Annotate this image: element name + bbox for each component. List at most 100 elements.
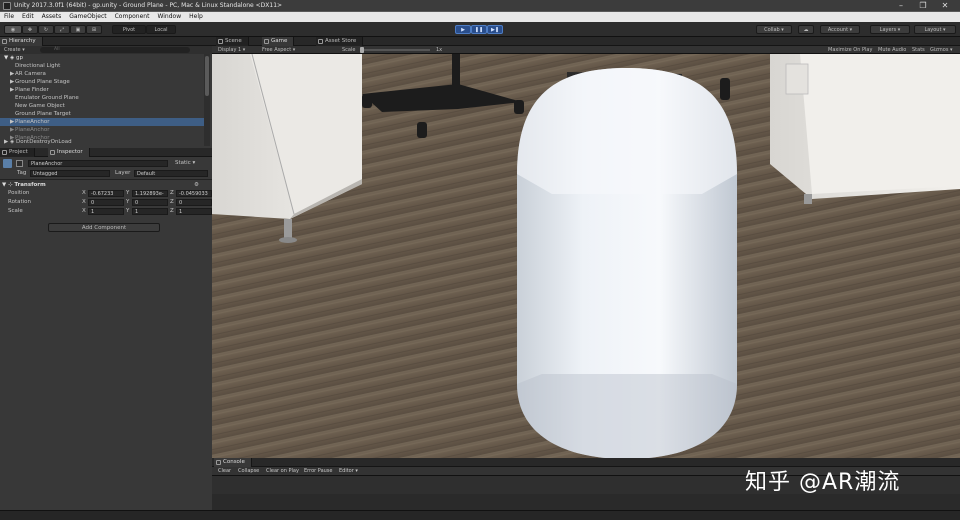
collab-dropdown[interactable]: Collab ▾ [756,25,792,34]
hand-tool-button[interactable]: ◉ [4,25,22,34]
folder-icon [2,150,7,155]
project-tab-label: Project [9,149,28,155]
layers-label: Layers [879,27,897,33]
console-clear-button[interactable]: Clear [218,467,231,476]
tab-asset-store[interactable]: Asset Store [316,37,364,46]
layers-dropdown[interactable]: Layers ▾ [870,25,910,34]
hierarchy-search-input[interactable]: All [40,47,190,53]
hierarchy-item-label: Directional Light [15,63,61,69]
unity-logo-icon [3,2,11,10]
rotation-z-field[interactable]: 0 [176,199,212,206]
game-view[interactable] [212,54,960,458]
hierarchy-item-label: Emulator Ground Plane [15,95,79,101]
menu-assets[interactable]: Assets [38,12,66,22]
hierarchy-item[interactable]: Ground Plane Target [0,110,204,118]
menu-gameobject[interactable]: GameObject [65,12,110,22]
scale-slider-thumb[interactable] [360,47,364,53]
close-button[interactable]: ✕ [934,0,956,12]
pause-button[interactable]: ❚❚ [471,25,487,34]
console-error-pause-button[interactable]: Error Pause [304,467,332,476]
inspector-panel: Project Inspector PlaneAnchor Static ▾ T… [0,148,212,510]
menu-component[interactable]: Component [111,12,154,22]
maximize-button[interactable]: ❐ [912,0,934,12]
layout-label: Layout [924,27,942,33]
rotation-y-field[interactable]: 0 [132,199,168,206]
cloud-button[interactable]: ☁ [798,25,814,34]
scale-tool-button[interactable]: ⤢ [54,25,70,34]
scale-slider[interactable] [360,47,430,53]
add-component-button[interactable]: Add Component [48,223,160,232]
scene-root[interactable]: ▼ ◈ gp [0,54,204,62]
hierarchy-icon [2,39,7,44]
rect-tool-button[interactable]: ▣ [70,25,86,34]
active-checkbox[interactable] [16,160,23,167]
hierarchy-item-label: PlaneAnchor [15,119,50,125]
info-icon [50,150,55,155]
create-dropdown[interactable]: Create ▾ [4,46,25,54]
hierarchy-item[interactable]: ▶PlaneAnchor [0,118,204,126]
dontdestroy-label: DontDestroyOnLoad [15,139,72,145]
mute-audio-toggle[interactable]: Mute Audio [878,46,906,54]
console-editor-dropdown[interactable]: Editor ▾ [339,467,358,476]
minimize-button[interactable]: – [890,0,912,12]
display-dropdown[interactable]: Display 1 ▾ [218,46,245,54]
move-tool-button[interactable]: ✥ [22,25,38,34]
scene-tab-label: Scene [225,38,242,44]
axis-label-z: Z [170,208,174,214]
dontdestroy-root[interactable]: ▶ ◈ DontDestroyOnLoad [0,138,204,146]
console-collapse-button[interactable]: Collapse [238,467,259,476]
aspect-dropdown[interactable]: Free Aspect ▾ [262,46,295,54]
rotate-tool-button[interactable]: ↻ [38,25,54,34]
hierarchy-item[interactable]: ▶PlaneAnchor [0,126,204,134]
position-x-field[interactable]: -0.67233 [88,190,124,197]
position-y-field[interactable]: 1.192893e- [132,190,168,197]
console-icon [216,460,221,465]
axis-label-y: Y [126,199,130,205]
axis-label-z: Z [170,190,174,196]
play-button[interactable]: ▶ [455,25,471,34]
tab-console[interactable]: Console [214,458,252,467]
layer-dropdown[interactable]: Default [134,170,208,177]
scale-x-field[interactable]: 1 [88,208,124,215]
layout-dropdown[interactable]: Layout ▾ [914,25,956,34]
view-tabs: Scene Game Asset Store [212,37,960,46]
rotation-x-field[interactable]: 0 [88,199,124,206]
transform-foldout[interactable]: ▼ ⊹ Transform [2,182,46,189]
tab-inspector[interactable]: Inspector [48,148,90,157]
tag-dropdown[interactable]: Untagged [30,170,110,177]
local-toggle[interactable]: Local [146,25,176,34]
menu-window[interactable]: Window [153,12,185,22]
tab-project[interactable]: Project [0,148,35,157]
axis-label-y: Y [126,208,130,214]
hierarchy-item[interactable]: Directional Light [0,62,204,70]
scale-y-field[interactable]: 1 [132,208,168,215]
pivot-toggle[interactable]: Pivot [112,25,146,34]
static-dropdown[interactable]: Static ▾ [175,160,195,167]
stats-toggle[interactable]: Stats [912,46,925,54]
object-name-field[interactable]: PlaneAnchor [28,160,168,167]
component-settings-icon[interactable]: ⚙ [194,182,199,189]
hierarchy-item[interactable]: ▶Plane Finder [0,86,204,94]
menu-help[interactable]: Help [185,12,207,22]
tab-scene[interactable]: Scene [216,37,249,46]
transform-title: Transform [14,182,46,188]
console-clear-on-play-button[interactable]: Clear on Play [266,467,299,476]
step-button[interactable]: ▶❚ [487,25,503,34]
hierarchy-item[interactable]: New Game Object [0,102,204,110]
position-z-field[interactable]: -0.0459033 [176,190,212,197]
menu-file[interactable]: File [0,12,18,22]
hierarchy-item[interactable]: ▶AR Camera [0,70,204,78]
account-dropdown[interactable]: Account ▾ [820,25,860,34]
scale-z-field[interactable]: 1 [176,208,212,215]
tab-hierarchy[interactable]: Hierarchy [0,37,43,46]
gizmos-dropdown[interactable]: Gizmos ▾ [930,46,953,54]
hierarchy-item[interactable]: Emulator Ground Plane [0,94,204,102]
maximize-on-play-toggle[interactable]: Maximize On Play [828,46,872,54]
transform-tool-button[interactable]: ⊞ [86,25,102,34]
hierarchy-scroll-thumb[interactable] [205,56,209,96]
hierarchy-scrollbar[interactable] [204,54,210,146]
scale-label: Scale [8,208,23,214]
hierarchy-item[interactable]: ▶Ground Plane Stage [0,78,204,86]
tab-game[interactable]: Game [262,37,295,46]
menu-edit[interactable]: Edit [18,12,38,22]
